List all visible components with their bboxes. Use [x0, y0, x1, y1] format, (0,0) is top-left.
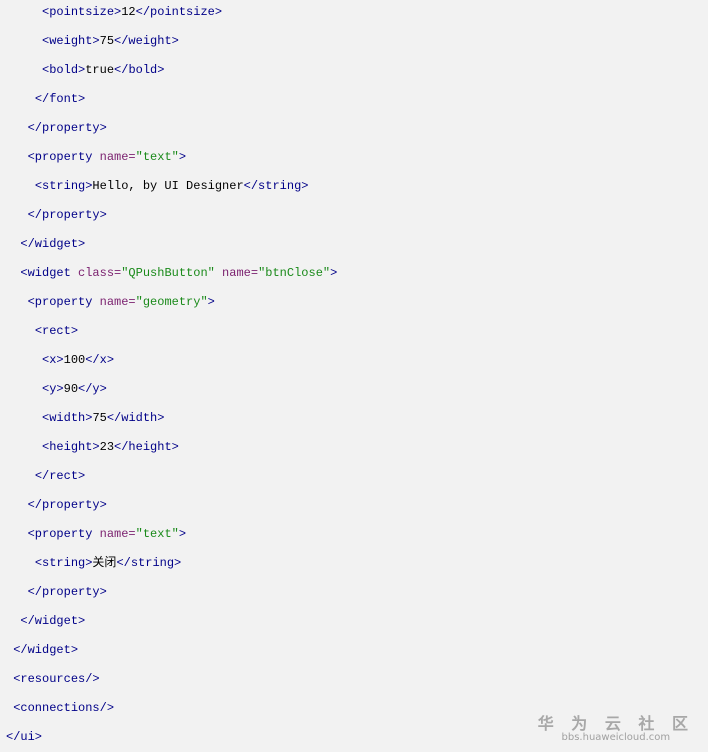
xml-attribute-value: "geometry": [135, 295, 208, 309]
xml-tag: <weight>: [42, 34, 100, 48]
xml-text: 90: [63, 382, 79, 396]
xml-tag: </bold>: [114, 63, 165, 77]
code-line: <widget class="QPushButton" name="btnClo…: [6, 259, 337, 288]
xml-tag: </property>: [27, 121, 107, 135]
xml-tag: <bold>: [42, 63, 86, 77]
code-line: <bold>true</bold>: [6, 56, 337, 85]
code-line: <rect>: [6, 317, 337, 346]
code-line: <width>75</width>: [6, 404, 337, 433]
xml-tag: </height>: [114, 440, 179, 454]
code-line: <property name="text">: [6, 143, 337, 172]
xml-tag: <width>: [42, 411, 93, 425]
xml-tag: <connections/>: [13, 701, 115, 715]
code-line: </property>: [6, 491, 337, 520]
xml-tag: <property: [27, 527, 100, 541]
xml-tag: <widget: [20, 266, 79, 280]
xml-text: 12: [121, 5, 136, 19]
xml-tag: </weight>: [114, 34, 179, 48]
xml-tag: </property>: [27, 585, 107, 599]
xml-tag: </property>: [27, 498, 107, 512]
xml-text: 75: [99, 34, 115, 48]
xml-tag: </pointsize>: [135, 5, 223, 19]
watermark: 华 为 云 社 区 bbs.huaweicloud.com: [538, 710, 694, 743]
xml-tag: </widget>: [13, 643, 79, 657]
code-line: </rect>: [6, 462, 337, 491]
xml-tag: >: [207, 295, 215, 309]
xml-attribute-value: "btnClose": [258, 266, 331, 280]
code-line: <string>Hello, by UI Designer</string>: [6, 172, 337, 201]
xml-tag: <x>: [42, 353, 64, 367]
xml-attribute-value: "text": [135, 150, 179, 164]
code-line: </ui>: [6, 723, 337, 752]
xml-tag: </font>: [34, 92, 86, 106]
xml-text: Hello, by UI Designer: [92, 179, 244, 193]
xml-tag: </rect>: [34, 469, 86, 483]
xml-tag: <pointsize>: [42, 5, 122, 19]
xml-tag: </string>: [243, 179, 309, 193]
code-line: <pointsize>12</pointsize>: [6, 0, 337, 27]
xml-tag: <property: [27, 150, 100, 164]
xml-tag: >: [330, 266, 338, 280]
code-line: <x>100</x>: [6, 346, 337, 375]
code-line: </property>: [6, 201, 337, 230]
code-line: </property>: [6, 114, 337, 143]
xml-tag: <y>: [42, 382, 64, 396]
code-line: <property name="geometry">: [6, 288, 337, 317]
xml-attribute-value: "QPushButton": [121, 266, 215, 280]
xml-text: 100: [63, 353, 86, 367]
xml-attribute: class=: [78, 266, 122, 280]
code-line: </widget>: [6, 607, 337, 636]
code-line: <string>关闭</string>: [6, 549, 337, 578]
xml-attribute: name=: [99, 150, 136, 164]
code-line: <resources/>: [6, 665, 337, 694]
xml-text: 23: [99, 440, 115, 454]
code-line: </widget>: [6, 636, 337, 665]
xml-tag: <rect>: [34, 324, 79, 338]
xml-attribute: name=: [214, 266, 259, 280]
code-line: </font>: [6, 85, 337, 114]
xml-tag: </ui>: [6, 730, 43, 744]
code-line: </widget>: [6, 230, 337, 259]
xml-tag: </widget>: [20, 237, 86, 251]
xml-tag: </width>: [106, 411, 165, 425]
code-line: <weight>75</weight>: [6, 27, 337, 56]
code-line: <height>23</height>: [6, 433, 337, 462]
xml-tag: >: [178, 527, 187, 541]
xml-tag: </property>: [27, 208, 107, 222]
xml-tag: <property: [27, 295, 100, 309]
xml-tag: <resources/>: [13, 672, 100, 686]
watermark-name: 华 为 云 社 区: [537, 714, 694, 733]
code-line: <y>90</y>: [6, 375, 337, 404]
xml-text: true: [85, 63, 115, 77]
xml-text: 75: [92, 411, 107, 425]
xml-tag: </widget>: [20, 614, 86, 628]
code-line: <property name="text">: [6, 520, 337, 549]
xml-tag: </string>: [116, 556, 182, 570]
code-line: <connections/>: [6, 694, 337, 723]
code-line: </property>: [6, 578, 337, 607]
xml-tag: <string>: [34, 179, 93, 193]
xml-tag: <string>: [34, 556, 93, 570]
xml-attribute-value: "text": [135, 527, 179, 541]
xml-attribute: name=: [99, 527, 136, 541]
code-block: <pointsize>12</pointsize> <weight>75</we…: [6, 0, 337, 752]
xml-tag: >: [178, 150, 187, 164]
xml-tag: </x>: [85, 353, 115, 367]
xml-text: 关闭: [92, 556, 117, 570]
xml-tag: <height>: [42, 440, 100, 454]
xml-tag: </y>: [78, 382, 107, 396]
xml-attribute: name=: [99, 295, 136, 309]
